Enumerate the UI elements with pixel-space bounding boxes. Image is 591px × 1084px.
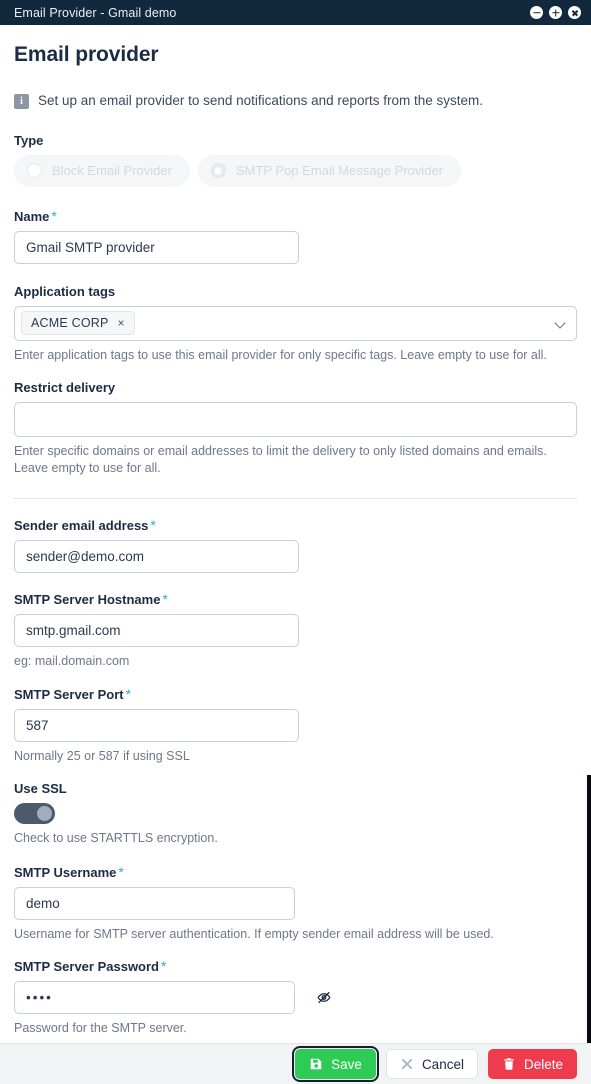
smtp-port-label: SMTP Server Port * xyxy=(14,686,577,702)
smtp-password-group: SMTP Server Password* Password for the S… xyxy=(14,958,577,1037)
delete-button-label: Delete xyxy=(523,1056,563,1072)
required-asterisk: * xyxy=(162,591,168,608)
use-ssl-helper: Check to use STARTTLS encryption. xyxy=(14,831,218,846)
smtp-hostname-label-text: SMTP Server Hostname xyxy=(14,592,161,608)
tag-chip: ACME CORP × xyxy=(21,311,135,336)
minimize-icon[interactable] xyxy=(530,6,543,19)
radio-label: SMTP Pop Email Message Provider xyxy=(235,163,444,179)
cancel-button-label: Cancel xyxy=(421,1056,464,1072)
smtp-username-label: SMTP Username * xyxy=(14,864,577,880)
restrict-delivery-group: Restrict delivery Enter specific domains… xyxy=(14,380,577,476)
maximize-icon[interactable] xyxy=(549,6,562,19)
required-asterisk: * xyxy=(51,207,57,224)
smtp-port-helper: Normally 25 or 587 if using SSL xyxy=(14,748,190,763)
restrict-delivery-input[interactable] xyxy=(14,402,577,438)
type-label: Type xyxy=(14,132,44,148)
smtp-port-input[interactable] xyxy=(14,708,299,742)
form-scroll-area[interactable]: Email provider i Set up an email provide… xyxy=(0,25,591,1043)
save-button[interactable]: Save xyxy=(292,1046,379,1082)
section-divider xyxy=(14,498,577,500)
use-ssl-group: Use SSL Check to use STARTTLS encryption… xyxy=(14,781,577,847)
trash-icon xyxy=(504,1058,514,1070)
tag-remove-icon[interactable]: × xyxy=(118,317,125,329)
info-icon: i xyxy=(14,94,29,109)
type-radio-row: Block Email Provider SMTP Pop Email Mess… xyxy=(14,154,577,187)
smtp-username-input[interactable] xyxy=(14,886,295,920)
smtp-hostname-group: SMTP Server Hostname* eg: mail.domain.co… xyxy=(14,591,577,670)
application-tags-group: Application tags ACME CORP × Enter appli… xyxy=(14,284,577,364)
smtp-hostname-helper: eg: mail.domain.com xyxy=(14,654,130,669)
info-banner: i Set up an email provider to send notif… xyxy=(14,93,577,110)
close-x-icon xyxy=(401,1058,413,1070)
application-tags-select[interactable]: ACME CORP × xyxy=(14,305,577,341)
eye-off-icon[interactable] xyxy=(313,987,335,1009)
delete-button[interactable]: Delete xyxy=(487,1049,577,1079)
smtp-password-label: SMTP Server Password * xyxy=(14,958,577,974)
type-group: Type Block Email Provider SMTP Pop Email… xyxy=(14,133,577,187)
required-asterisk: * xyxy=(161,958,167,975)
required-asterisk: * xyxy=(150,517,156,534)
radio-smtp-pop-email-message-provider[interactable]: SMTP Pop Email Message Provider xyxy=(197,154,462,187)
save-icon xyxy=(310,1058,322,1070)
name-group: Name * xyxy=(14,208,577,264)
smtp-password-input[interactable] xyxy=(14,981,295,1015)
smtp-username-label-text: SMTP Username xyxy=(14,864,117,880)
radio-label: Block Email Provider xyxy=(52,163,172,179)
sender-email-group: Sender email address * xyxy=(14,517,577,574)
email-provider-window: Email Provider - Gmail demo Email provid… xyxy=(0,0,591,1084)
chevron-down-icon[interactable] xyxy=(555,318,565,328)
window-controls xyxy=(530,6,581,19)
required-asterisk: * xyxy=(118,863,124,880)
name-input[interactable] xyxy=(14,230,299,264)
save-button-label: Save xyxy=(331,1056,362,1072)
cancel-button[interactable]: Cancel xyxy=(385,1049,478,1079)
radio-block-email-provider[interactable]: Block Email Provider xyxy=(14,154,190,187)
smtp-password-row xyxy=(14,981,577,1015)
window-title: Email Provider - Gmail demo xyxy=(14,5,177,20)
form-action-bar: Save Cancel Delete xyxy=(0,1043,591,1084)
page-title: Email provider xyxy=(14,43,159,66)
sender-email-label: Sender email address * xyxy=(14,517,577,533)
smtp-port-label-text: SMTP Server Port xyxy=(14,686,124,702)
application-tags-helper: Enter application tags to use this email… xyxy=(14,347,547,362)
smtp-hostname-input[interactable] xyxy=(14,614,299,648)
radio-circle-icon xyxy=(27,163,42,179)
sender-email-input[interactable] xyxy=(14,540,299,574)
smtp-username-helper: Username for SMTP server authentication.… xyxy=(14,926,494,941)
required-asterisk: * xyxy=(125,685,132,702)
name-label-text: Name xyxy=(14,208,50,224)
smtp-username-group: SMTP Username* Username for SMTP server … xyxy=(14,864,577,943)
vertical-scrollbar[interactable] xyxy=(587,775,591,1043)
restrict-delivery-label: Restrict delivery xyxy=(14,380,116,396)
radio-circle-selected-icon xyxy=(210,163,226,179)
info-banner-text: Set up an email provider to send notific… xyxy=(38,93,483,108)
application-tags-label: Application tags xyxy=(14,283,116,299)
window-titlebar: Email Provider - Gmail demo xyxy=(0,0,591,25)
toggle-knob xyxy=(37,806,52,822)
use-ssl-toggle[interactable] xyxy=(14,803,55,825)
use-ssl-label: Use SSL xyxy=(14,781,67,797)
close-icon[interactable] xyxy=(568,6,581,19)
sender-email-label-text: Sender email address xyxy=(14,518,149,534)
restrict-delivery-helper: Enter specific domains or email addresse… xyxy=(14,444,547,475)
smtp-hostname-label: SMTP Server Hostname * xyxy=(14,591,577,607)
name-label: Name * xyxy=(14,208,577,224)
tag-chip-label: ACME CORP xyxy=(31,316,109,331)
smtp-password-label-text: SMTP Server Password xyxy=(14,959,159,975)
smtp-password-helper: Password for the SMTP server. xyxy=(14,1021,187,1036)
smtp-port-group: SMTP Server Port* Normally 25 or 587 if … xyxy=(14,686,577,765)
